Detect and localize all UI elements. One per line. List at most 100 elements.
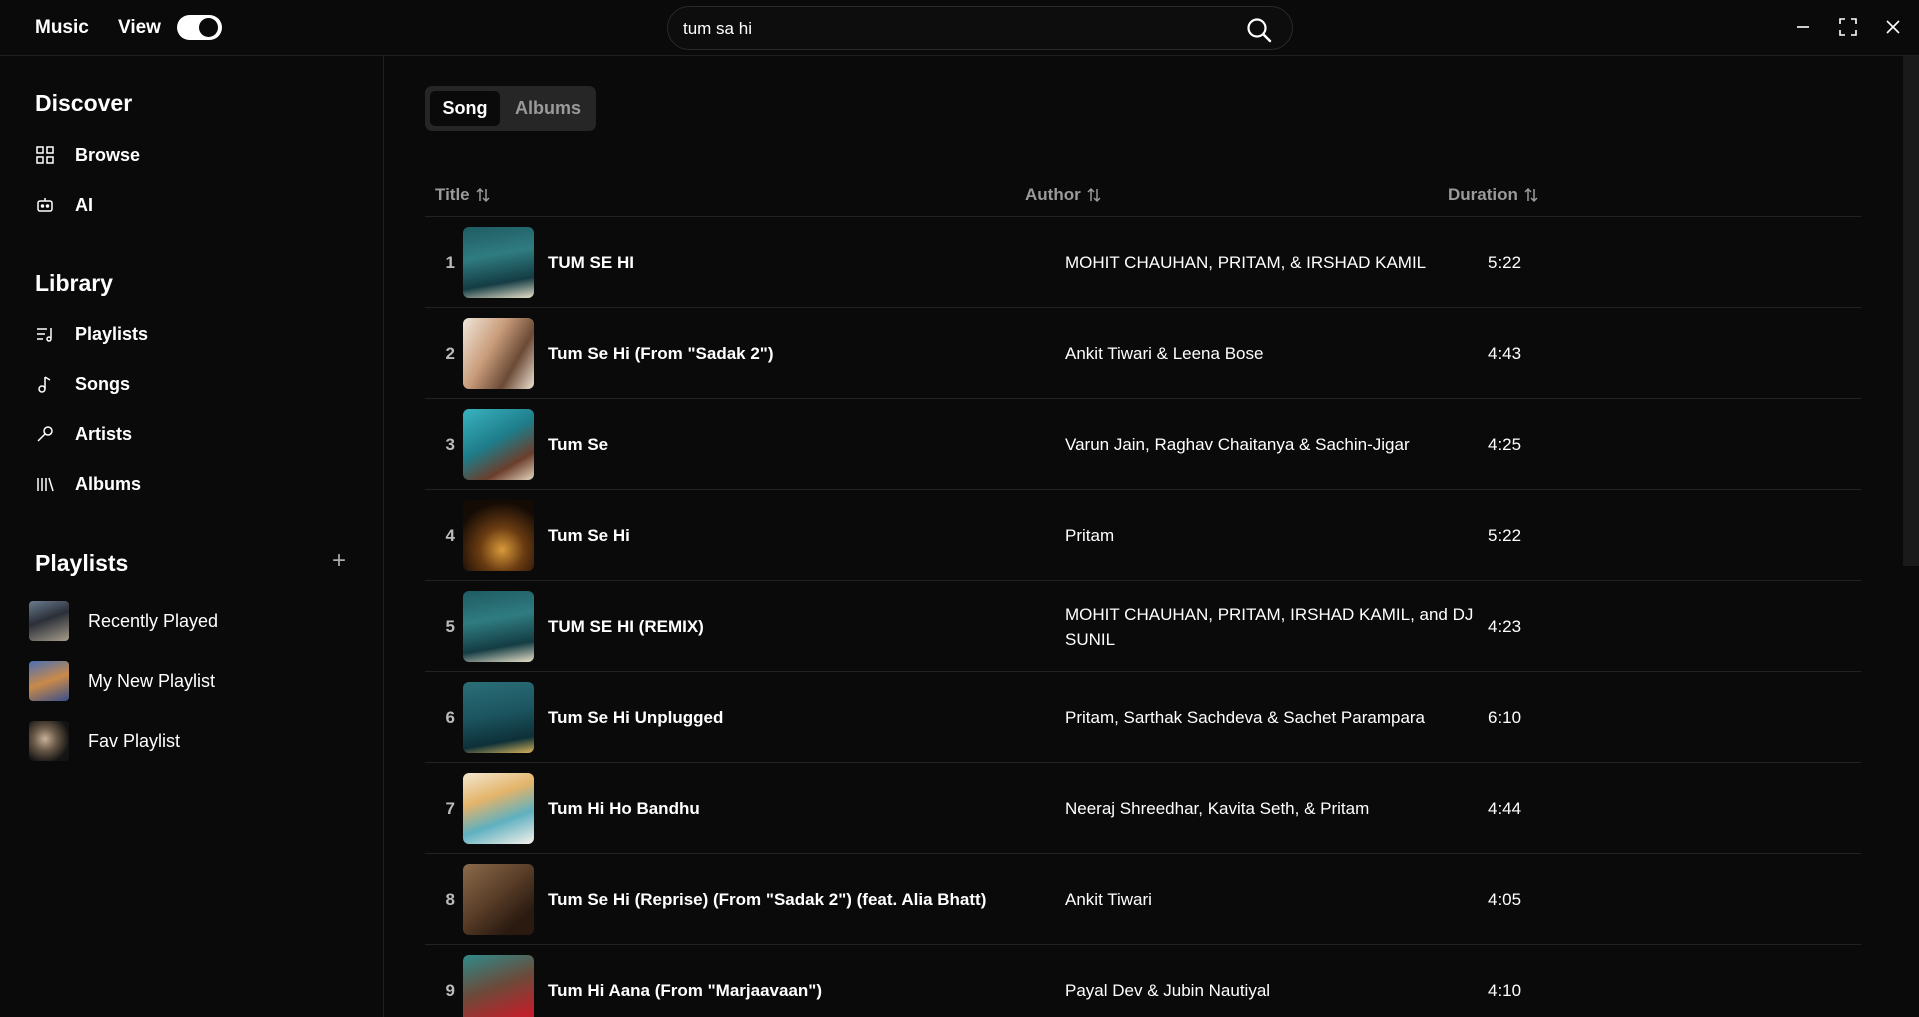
main-content: Song Albums Title Author Duration 1 TUM … — [385, 56, 1903, 1017]
minimize-button[interactable] — [1790, 14, 1816, 40]
album-art — [463, 318, 534, 389]
add-playlist-button[interactable]: + — [328, 547, 350, 574]
scrollbar[interactable] — [1903, 56, 1919, 1017]
song-title: Tum Se Hi Unplugged — [548, 708, 724, 727]
song-author: MOHIT CHAUHAN, PRITAM, IRSHAD KAMIL, and… — [1065, 604, 1474, 649]
song-duration: 4:05 — [1488, 890, 1522, 909]
column-header-duration[interactable]: Duration — [1448, 180, 1539, 210]
view-toggle[interactable] — [177, 15, 222, 40]
robot-icon — [35, 195, 55, 215]
app-name: Music — [35, 17, 89, 38]
song-title: Tum Se Hi (Reprise) (From "Sadak 2") (fe… — [548, 890, 987, 909]
table-row[interactable]: 3 Tum Se Varun Jain, Raghav Chaitanya & … — [425, 399, 1861, 490]
track-number: 6 — [445, 708, 455, 727]
column-header-title[interactable]: Title — [435, 180, 491, 210]
microphone-icon — [35, 424, 55, 444]
track-number: 3 — [445, 435, 455, 454]
sort-icon — [476, 187, 490, 203]
playlist-thumbnail — [29, 661, 69, 701]
search-icon[interactable] — [1246, 17, 1272, 43]
playlist-label: Recently Played — [88, 610, 219, 631]
plus-icon: + — [331, 547, 346, 574]
song-title: Tum Hi Aana (From "Marjaavaan") — [548, 981, 823, 1000]
table-row[interactable]: 9 Tum Hi Aana (From "Marjaavaan") Payal … — [425, 945, 1861, 1017]
sidebar-item-playlists[interactable]: Playlists — [35, 319, 335, 349]
playlist-item[interactable]: My New Playlist — [29, 660, 349, 702]
song-author: Ankit Tiwari & Leena Bose — [1065, 344, 1264, 363]
track-number: 8 — [445, 890, 455, 909]
close-button[interactable] — [1880, 14, 1906, 40]
view-label: View — [118, 17, 161, 38]
album-art — [463, 864, 534, 935]
song-duration: 6:10 — [1488, 708, 1522, 727]
song-author: Pritam — [1065, 526, 1115, 545]
sidebar-item-label: Playlists — [75, 323, 149, 344]
playlist-item[interactable]: Recently Played — [29, 600, 349, 642]
song-duration: 4:43 — [1488, 344, 1522, 363]
sidebar-item-label: Browse — [75, 144, 141, 165]
result-tabs: Song Albums — [425, 86, 596, 131]
album-art — [463, 591, 534, 662]
library-icon — [35, 474, 55, 494]
playlist-thumbnail — [29, 601, 69, 641]
song-duration: 5:22 — [1488, 253, 1522, 272]
discover-title: Discover — [35, 90, 133, 116]
sidebar-item-ai[interactable]: AI — [35, 190, 335, 220]
song-duration: 4:10 — [1488, 981, 1522, 1000]
album-art — [463, 500, 534, 571]
column-label: Title — [435, 185, 470, 204]
table-row[interactable]: 6 Tum Se Hi Unplugged Pritam, Sarthak Sa… — [425, 672, 1861, 763]
sort-icon — [1087, 187, 1101, 203]
maximize-icon — [1839, 18, 1857, 36]
sidebar-item-browse[interactable]: Browse — [35, 140, 335, 170]
song-duration: 4:44 — [1488, 799, 1522, 818]
song-author: Varun Jain, Raghav Chaitanya & Sachin-Ji… — [1065, 435, 1410, 454]
column-label: Author — [1025, 185, 1081, 204]
playlists-title: Playlists — [35, 550, 129, 576]
table-row[interactable]: 2 Tum Se Hi (From "Sadak 2") Ankit Tiwar… — [425, 308, 1861, 399]
song-title: Tum Se Hi — [548, 526, 630, 545]
library-title: Library — [35, 270, 113, 296]
table-row[interactable]: 4 Tum Se Hi Pritam 5:22 — [425, 490, 1861, 581]
playlist-thumbnail — [29, 721, 69, 761]
search-bar — [667, 6, 1293, 50]
song-author: Payal Dev & Jubin Nautiyal — [1065, 981, 1271, 1000]
sidebar-item-songs[interactable]: Songs — [35, 369, 335, 399]
sidebar-item-label: Artists — [75, 423, 133, 444]
album-art — [463, 682, 534, 753]
table-row[interactable]: 1 TUM SE HI MOHIT CHAUHAN, PRITAM, & IRS… — [425, 217, 1861, 308]
scrollbar-thumb[interactable] — [1903, 56, 1919, 566]
playlist-label: Fav Playlist — [88, 730, 181, 751]
song-duration: 4:25 — [1488, 435, 1522, 454]
album-art — [463, 409, 534, 480]
tab-albums[interactable]: Albums — [505, 91, 591, 126]
song-title: Tum Hi Ho Bandhu — [548, 799, 700, 818]
search-input[interactable] — [683, 17, 1223, 41]
song-title: Tum Se — [548, 435, 609, 454]
track-number: 1 — [445, 253, 455, 272]
song-title: TUM SE HI — [548, 253, 634, 272]
sidebar-item-label: Songs — [75, 373, 131, 394]
tab-song[interactable]: Song — [430, 91, 500, 126]
table-row[interactable]: 7 Tum Hi Ho Bandhu Neeraj Shreedhar, Kav… — [425, 763, 1861, 854]
table-row[interactable]: 8 Tum Se Hi (Reprise) (From "Sadak 2") (… — [425, 854, 1861, 945]
playlist-item[interactable]: Fav Playlist — [29, 720, 349, 762]
album-art — [463, 227, 534, 298]
column-header-author[interactable]: Author — [1025, 180, 1102, 210]
sidebar-item-label: AI — [75, 194, 93, 215]
album-art — [463, 773, 534, 844]
track-number: 4 — [445, 526, 455, 545]
sidebar-item-label: Albums — [75, 473, 142, 494]
table-row[interactable]: 5 TUM SE HI (REMIX) MOHIT CHAUHAN, PRITA… — [425, 581, 1861, 672]
song-author: Pritam, Sarthak Sachdeva & Sachet Paramp… — [1065, 708, 1426, 727]
maximize-button[interactable] — [1835, 14, 1861, 40]
track-number: 7 — [445, 799, 455, 818]
song-title: TUM SE HI (REMIX) — [548, 617, 704, 636]
sidebar-item-albums[interactable]: Albums — [35, 469, 335, 499]
minimize-icon — [1797, 26, 1809, 28]
sidebar-item-artists[interactable]: Artists — [35, 419, 335, 449]
column-label: Duration — [1448, 185, 1518, 204]
sidebar: Discover Browse AI Library Playlists Son… — [0, 56, 384, 1017]
song-duration: 4:23 — [1488, 617, 1522, 636]
sort-icon — [1524, 187, 1538, 203]
